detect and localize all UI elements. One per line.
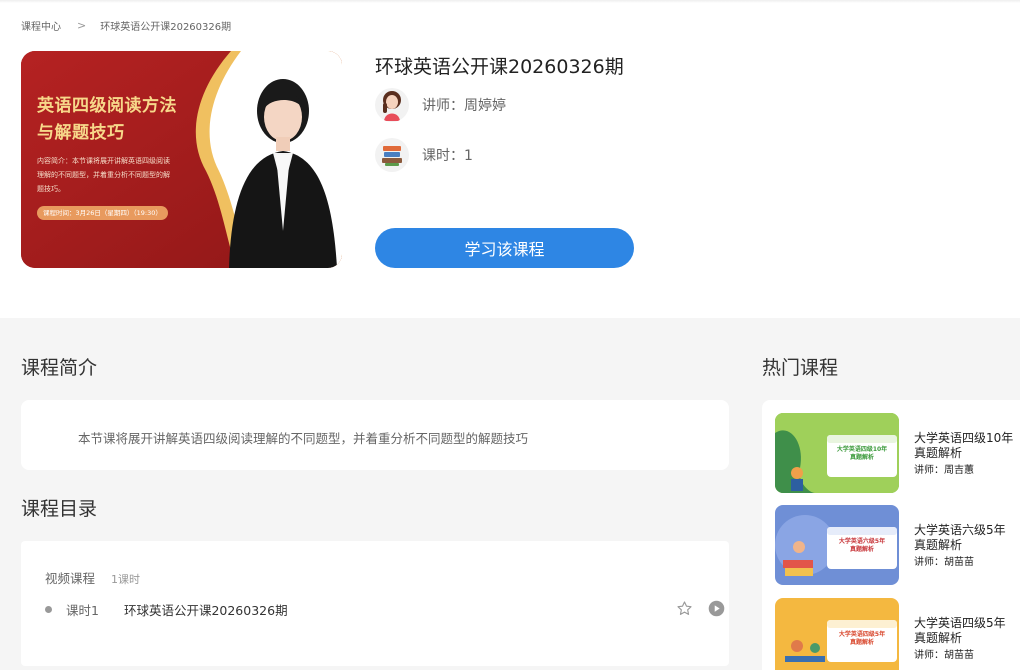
- hot-course-name[interactable]: 大学英语四级10年真题解析: [914, 431, 1014, 461]
- hot-course-item[interactable]: 大学英语六级5年 真题解析 大学英语六级5年真题解析 讲师：胡苗苗: [775, 505, 1020, 585]
- study-course-button[interactable]: 学习该课程: [375, 228, 634, 268]
- hot-course-thumb-label: 大学英语四级10年 真题解析: [836, 446, 888, 461]
- breadcrumb-current: 环球英语公开课20260326期: [100, 22, 232, 33]
- hot-course-teacher: 讲师：周吉蕙: [914, 465, 974, 476]
- hot-heading: 热门课程: [762, 357, 839, 379]
- course-cover-image: 英语四级阅读方法 与解题技巧 内容简介：本节课将展开讲解英语四级阅读理解的不同题…: [21, 51, 342, 268]
- cover-title-line2: 与解题技巧: [37, 123, 125, 143]
- intro-text: 本节课将展开讲解英语四级阅读理解的不同题型，并着重分析不同题型的解题技巧: [78, 431, 529, 446]
- course-title: 环球英语公开课20260326期: [375, 56, 624, 78]
- hours-label: 课时：1: [422, 148, 473, 164]
- hot-courses-card: 大学英语四级10年 真题解析 大学英语四级10年真题解析 讲师：周吉蕙 大学英语…: [762, 400, 1020, 670]
- lesson-row[interactable]: 课时1 环球英语公开课20260326期: [45, 599, 725, 620]
- play-circle-icon[interactable]: [708, 600, 725, 620]
- catalog-group-name: 视频课程: [45, 571, 96, 586]
- lesson-dot: [45, 605, 52, 613]
- teacher-row: 讲师：周婷婷: [375, 88, 506, 122]
- breadcrumb-home-link[interactable]: 课程中心: [21, 18, 61, 33]
- hot-course-teacher: 讲师：胡苗苗: [914, 557, 974, 568]
- hot-course-item[interactable]: 大学英语四级5年 真题解析 大学英语四级5年真题解析 讲师：胡苗苗: [775, 598, 1020, 670]
- catalog-group-header: 视频课程 1课时: [45, 568, 140, 587]
- hours-row: 课时：1: [375, 138, 473, 172]
- hot-course-name[interactable]: 大学英语四级5年真题解析: [914, 616, 1014, 646]
- star-icon[interactable]: [676, 600, 693, 620]
- course-header-section: 课程中心 > 环球英语公开课20260326期 英语四级阅读方法 与解题技巧 内…: [0, 0, 1020, 318]
- hot-course-thumb-label: 大学英语四级5年 真题解析: [838, 631, 886, 646]
- intro-heading: 课程简介: [21, 357, 98, 379]
- breadcrumb-separator: >: [77, 19, 87, 32]
- hot-course-thumbnail: 大学英语四级5年 真题解析: [775, 598, 899, 670]
- breadcrumb: 课程中心 > 环球英语公开课20260326期: [21, 18, 231, 33]
- intro-card: 本节课将展开讲解英语四级阅读理解的不同题型，并着重分析不同题型的解题技巧: [21, 400, 729, 470]
- top-divider: [0, 0, 1020, 3]
- lesson-number: 课时1: [66, 602, 99, 618]
- catalog-heading: 课程目录: [21, 498, 98, 520]
- hot-course-name[interactable]: 大学英语六级5年真题解析: [914, 523, 1014, 553]
- catalog-group-count: 1课时: [111, 573, 141, 586]
- hot-course-thumb-label: 大学英语六级5年 真题解析: [838, 538, 886, 553]
- cover-time-badge: 课程时间：3月26日（星期四）（19:30）: [37, 206, 168, 220]
- hot-course-thumbnail: 大学英语六级5年 真题解析: [775, 505, 899, 585]
- hot-course-teacher: 讲师：胡苗苗: [914, 650, 974, 661]
- cover-description: 内容简介：本节课将展开讲解英语四级阅读理解的不同题型，并着重分析不同题型的解题技…: [37, 157, 170, 193]
- teacher-label: 讲师：周婷婷: [422, 98, 506, 114]
- hot-course-item[interactable]: 大学英语四级10年 真题解析 大学英语四级10年真题解析 讲师：周吉蕙: [775, 413, 1020, 493]
- hot-course-thumbnail: 大学英语四级10年 真题解析: [775, 413, 899, 493]
- woman-avatar-icon: [375, 88, 409, 122]
- books-icon: [375, 138, 409, 172]
- cover-title: 英语四级阅读方法 与解题技巧: [37, 93, 177, 147]
- cover-title-line1: 英语四级阅读方法: [37, 96, 177, 116]
- catalog-card: 视频课程 1课时 课时1 环球英语公开课20260326期: [21, 541, 729, 666]
- lesson-name[interactable]: 环球英语公开课20260326期: [124, 600, 288, 619]
